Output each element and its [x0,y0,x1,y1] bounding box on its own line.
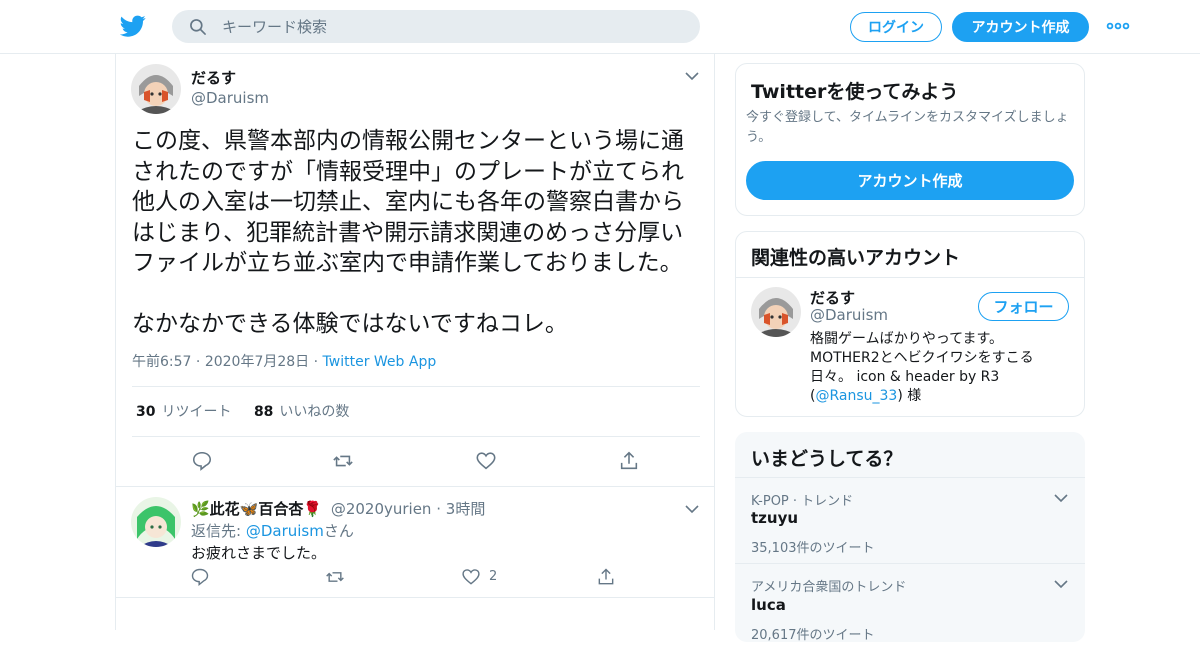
reply-to-line: 返信先: @Daruismさん [191,520,354,541]
reply-like-count: 2 [489,569,498,584]
likes-stat[interactable]: 88 いいねの数 [254,404,349,420]
reply-time[interactable]: 3時間 [446,500,486,518]
retweets-count: 30 [136,404,156,420]
related-accounts-card: 関連性の高いアカウント だるす @Daruism フォロー 格闘ゲームばかりやっ… [735,231,1085,417]
separator-dot: · [313,354,323,370]
trend-name: tzuyu [751,509,799,527]
tweet-metadata: 午前6:57 · 2020年7月28日 · Twitter Web App [132,351,436,371]
reply-to-mention-link[interactable]: @Daruism [246,522,324,540]
share-icon[interactable] [596,567,616,587]
retweets-label: リツイート [161,404,232,420]
reply-text: お疲れさまでした。 [191,544,327,562]
retweets-stat[interactable]: 30 リツイート [136,404,231,420]
reply-icon[interactable] [190,567,210,587]
reply-to-prefix: 返信先: [191,522,246,540]
main-tweet-column: だるす @Daruism この度、県警本部内の情報公開センターという場に通 され… [115,54,715,630]
reply-author-name[interactable]: 🌿此花🦋百合杏🌹 [191,500,322,518]
trends-title: いまどうしてる？ [751,448,903,470]
more-dots-icon[interactable] [1106,18,1130,34]
trend-context: アメリカ合衆国のトレンド [751,580,907,595]
chevron-down-icon[interactable] [684,501,700,517]
related-account-avatar[interactable] [751,287,801,337]
trends-card: いまどうしてる？ K-POP · トレンド tzuyu 35,103件のツイート… [735,432,1085,643]
reply-to-suffix: さん [323,522,354,540]
reply-icon[interactable] [191,450,213,472]
search-icon [190,18,206,35]
follow-button[interactable]: フォロー [978,292,1069,321]
chevron-down-icon[interactable] [1053,490,1069,506]
author-name[interactable]: だるす [191,67,269,88]
share-icon[interactable] [618,450,640,472]
trend-context: K-POP · トレンド [751,494,854,509]
likes-label: いいねの数 [279,404,350,420]
chevron-down-icon[interactable] [1053,576,1069,592]
reply-author-avatar[interactable] [131,497,181,547]
likes-count: 88 [253,404,274,420]
related-account-handle[interactable]: @Daruism [810,306,888,324]
tweet-date[interactable]: 2020年7月28日 [205,354,309,370]
search-input[interactable] [222,17,662,36]
tweet-stats: 30 リツイート 88 いいねの数 [136,401,349,421]
trend-tweet-count: 35,103件のツイート [751,541,875,556]
signup-card: Twitterを使ってみよう 今すぐ登録して、タイムラインをカスタマイズしましょ… [735,63,1085,216]
signup-card-title: Twitterを使ってみよう [751,81,959,103]
author-avatar[interactable] [131,64,181,114]
signup-button[interactable]: アカウント作成 [952,12,1089,42]
divider [132,386,700,387]
bio-close: ) 様 [897,388,922,404]
related-account-bio: 格闘ゲームばかりやってます。 MOTHER2とヘビクイワシをすこる 日々。 ic… [810,330,1075,406]
retweet-icon[interactable] [332,450,354,472]
divider [736,277,1084,278]
author-handle[interactable]: @Daruism [191,89,269,107]
trend-name: luca [751,596,786,614]
signup-card-subtitle: 今すぐ登録して、タイムラインをカスタマイズしましょう。 [746,110,1069,145]
related-card-title: 関連性の高いアカウント [751,247,961,269]
bio-line: MOTHER2とヘビクイワシをすこる [810,350,1034,366]
tweet-time[interactable]: 午前6:57 [132,354,191,370]
related-account-name[interactable]: だるす [810,287,855,308]
reply-tweet[interactable]: 🌿此花🦋百合杏🌹 @2020yurien · 3時間 返信先: @Daruism… [116,486,714,598]
tweet-text: この度、県警本部内の情報公開センターという場に通 されたのですが「情報受理中」の… [132,128,684,337]
reply-author-handle[interactable]: @2020yurien [331,500,432,518]
separator-dot: · [195,354,205,370]
search-bar[interactable] [172,10,700,43]
trend-item[interactable]: K-POP · トレンド tzuyu 35,103件のツイート [735,477,1085,563]
retweet-icon[interactable] [325,567,345,587]
bio-line: 格闘ゲームばかりやってます。 [810,331,1004,347]
like-heart-icon[interactable] [475,450,497,472]
divider [132,436,700,437]
login-button[interactable]: ログイン [850,12,942,42]
tweet-source-link[interactable]: Twitter Web App [323,354,437,370]
twitter-bird-icon[interactable] [120,13,146,39]
top-navigation-bar: ログイン アカウント作成 [0,0,1200,54]
bio-line: 日々。 icon & header by R3 [810,369,1000,385]
like-heart-icon[interactable] [461,567,481,587]
chevron-down-icon[interactable] [684,68,700,84]
separator-dot: · [436,500,446,518]
signup-card-button[interactable]: アカウント作成 [746,161,1074,200]
trend-item[interactable]: アメリカ合衆国のトレンド luca 20,617件のツイート [735,563,1085,649]
bio-mention-link[interactable]: @Ransu_33 [815,388,897,404]
trend-tweet-count: 20,617件のツイート [751,628,875,643]
bio-line: (@Ransu_33) 様 [810,387,1075,406]
